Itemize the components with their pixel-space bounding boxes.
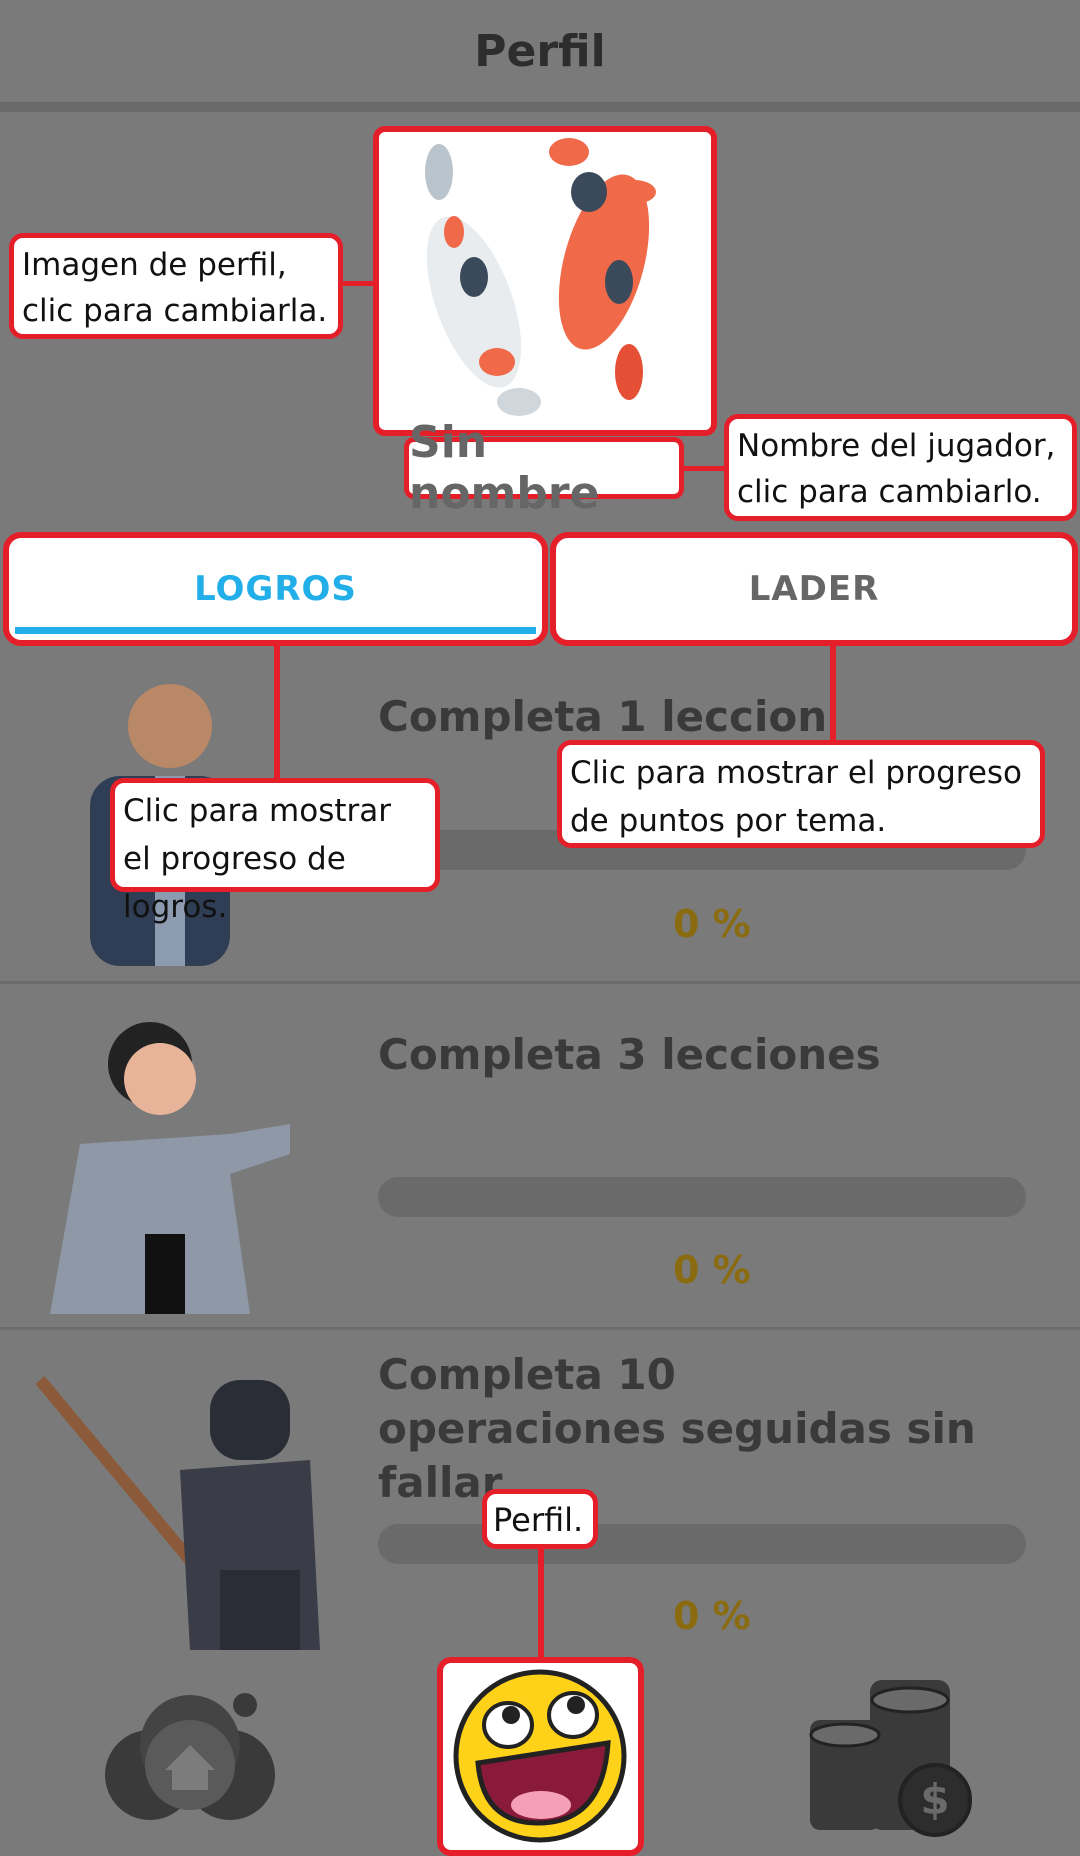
- achievement-progress-label: 0 %: [673, 1594, 751, 1638]
- callout-connector: [274, 646, 280, 780]
- home-icon: [105, 1693, 275, 1820]
- callout-connector: [684, 466, 726, 471]
- tab-logros-label: LOGROS: [194, 569, 357, 609]
- nav-coins[interactable]: $: [800, 1680, 980, 1840]
- callout-nav-profile: Perfil.: [482, 1489, 598, 1549]
- callout-connector: [343, 281, 375, 286]
- nav-profile[interactable]: [437, 1657, 644, 1856]
- page-title: Perfil: [474, 25, 606, 77]
- achievement-progress-bar: [378, 1524, 1026, 1564]
- achievement-progress-label: 0 %: [673, 1248, 751, 1292]
- svg-text:$: $: [920, 1775, 949, 1824]
- achievement-row: Completa 3 lecciones 0 %: [0, 984, 1080, 1330]
- achievement-title: Completa 1 leccion: [378, 692, 828, 741]
- kendo-fighter-image: [35, 1376, 320, 1650]
- callout-player-name: Nombre del jugador, clic para cambiarlo.: [724, 414, 1077, 521]
- profile-image[interactable]: [373, 126, 717, 436]
- callout-profile-image: Imagen de perfil, clic para cambiarla.: [9, 233, 343, 339]
- callout-tab-logros: Clic para mostrar el progreso de logros.: [110, 778, 440, 925]
- karateka-image: [50, 1022, 290, 1314]
- achievement-title: Completa 10 operaciones seguidas sin fal…: [378, 1350, 976, 1507]
- callout-connector: [830, 646, 836, 742]
- callout-tab-lader: Clic para mostrar el progreso de puntos …: [557, 740, 1045, 848]
- smiley-face-icon: [453, 1669, 627, 1843]
- tab-active-indicator: [15, 627, 536, 634]
- coins-icon: $: [809, 1680, 972, 1837]
- callout-connector: [538, 1547, 544, 1657]
- tab-lader[interactable]: LADER: [550, 532, 1078, 646]
- achievement-progress-label: 0 %: [673, 902, 751, 946]
- tab-lader-label: LADER: [748, 569, 880, 609]
- app-header: Perfil: [0, 0, 1080, 112]
- tab-logros[interactable]: LOGROS: [3, 532, 548, 646]
- achievement-progress-bar: [378, 1177, 1026, 1217]
- achievement-title: Completa 3 lecciones: [378, 1030, 881, 1079]
- koi-fish-image: [425, 138, 656, 416]
- nav-home[interactable]: [100, 1675, 280, 1835]
- player-name[interactable]: Sin nombre: [404, 417, 684, 519]
